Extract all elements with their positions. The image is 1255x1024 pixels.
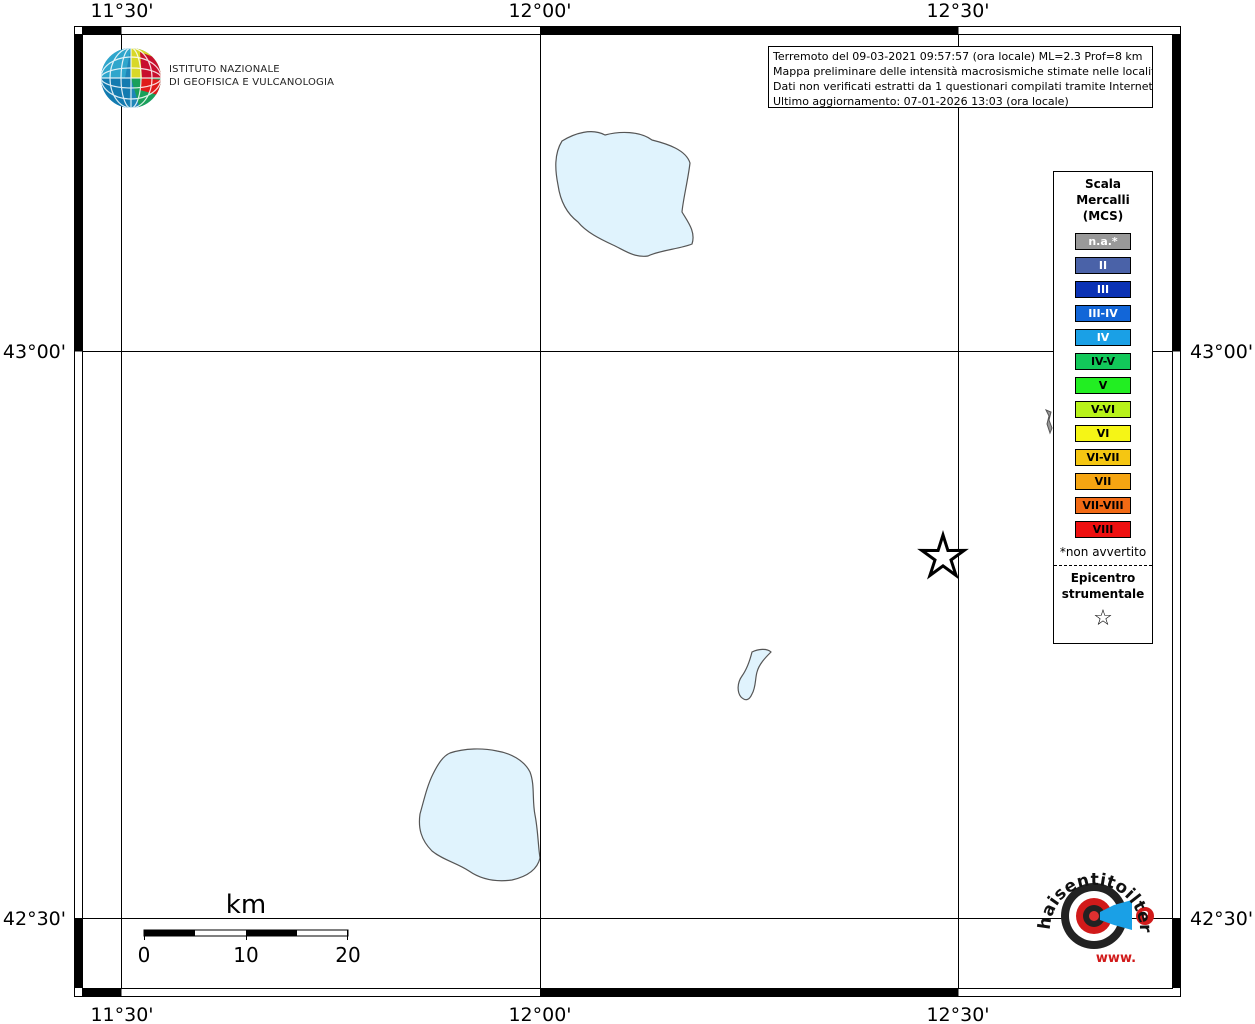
legend-epicenter-line2: strumentale (1061, 587, 1145, 601)
scale-label-0: 0 (138, 943, 151, 967)
legend-item: VII-VIII (1075, 497, 1131, 514)
lat-label-left-2: 42°30' (3, 908, 66, 930)
legend-epicenter-label: Epicentro strumentale (1054, 570, 1152, 602)
lon-labels-top: 11°30' 12°00' 12°30' (90, 0, 989, 22)
lon-label-bottom-2: 12°00' (508, 1004, 571, 1024)
info-line4: Ultimo aggiornamento: 07-01-2026 13:03 (… (773, 95, 1069, 108)
legend-item: n.a.* (1075, 233, 1131, 250)
legend-item: V (1075, 377, 1131, 394)
legend-item: VII (1075, 473, 1131, 490)
lon-label-bottom-3: 12°30' (926, 1004, 989, 1024)
legend-item: VI-VII (1075, 449, 1131, 466)
lon-labels-bottom: 11°30' 12°00' 12°30' (90, 1004, 989, 1024)
mcs-legend: Scala Mercalli (MCS) n.a.* II III III-IV IV I… (1053, 171, 1153, 644)
scale-unit: km (226, 890, 266, 920)
lat-labels-left: 43°00' 42°30' (3, 341, 66, 930)
lon-label-bottom-1: 11°30' (90, 1004, 153, 1024)
legend-title-line1: Scala (1084, 177, 1122, 191)
hsit-www: www. (1096, 951, 1136, 966)
ingv-logo-text: ISTITUTO NAZIONALE DI GEOFISICA E VULCAN… (169, 63, 334, 89)
legend-items: n.a.* II III III-IV IV IV-V V V-VI VI VI-VII VII VI… (1054, 233, 1152, 538)
legend-item: IV (1075, 329, 1131, 346)
legend-item: VIII (1075, 521, 1131, 538)
ingv-line1: ISTITUTO NAZIONALE (169, 64, 280, 75)
legend-title: Scala Mercalli (MCS) (1054, 176, 1152, 224)
legend-item: IV-V (1075, 353, 1131, 370)
legend-item: III (1075, 281, 1131, 298)
legend-title-line2: Mercalli (1076, 193, 1130, 207)
info-line2: Mappa preliminare delle intensità macros… (773, 65, 1153, 78)
lon-label-top-1: 11°30' (90, 0, 153, 22)
lat-labels-right: 43°00' 42°30' (1190, 341, 1253, 930)
lat-label-right-2: 42°30' (1190, 908, 1253, 930)
scale-label-20: 20 (335, 943, 360, 967)
info-line1: Terremoto del 09-03-2021 09:57:57 (ora l… (773, 50, 1143, 63)
legend-separator (1054, 565, 1152, 566)
legend-epicenter-line1: Epicentro (1070, 571, 1136, 585)
info-line3: Dati non verificati estratti da 1 questi… (773, 80, 1153, 93)
legend-item: III-IV (1075, 305, 1131, 322)
legend-star-icon: ☆ (1093, 606, 1113, 631)
legend-item: II (1075, 257, 1131, 274)
ingv-line2: DI GEOFISICA E VULCANOLOGIA (169, 77, 335, 88)
legend-item: V-VI (1075, 401, 1131, 418)
lat-label-right-1: 43°00' (1190, 341, 1253, 363)
legend-item: VI (1075, 425, 1131, 442)
lon-label-top-2: 12°00' (508, 0, 571, 22)
event-info-box: Terremoto del 09-03-2021 09:57:57 (ora l… (768, 46, 1153, 108)
legend-note: *non avvertito (1059, 545, 1147, 559)
scale-label-10: 10 (233, 943, 258, 967)
lat-label-left-1: 43°00' (3, 341, 66, 363)
legend-title-line3: (MCS) (1082, 209, 1124, 223)
lon-label-top-3: 12°30' (926, 0, 989, 22)
